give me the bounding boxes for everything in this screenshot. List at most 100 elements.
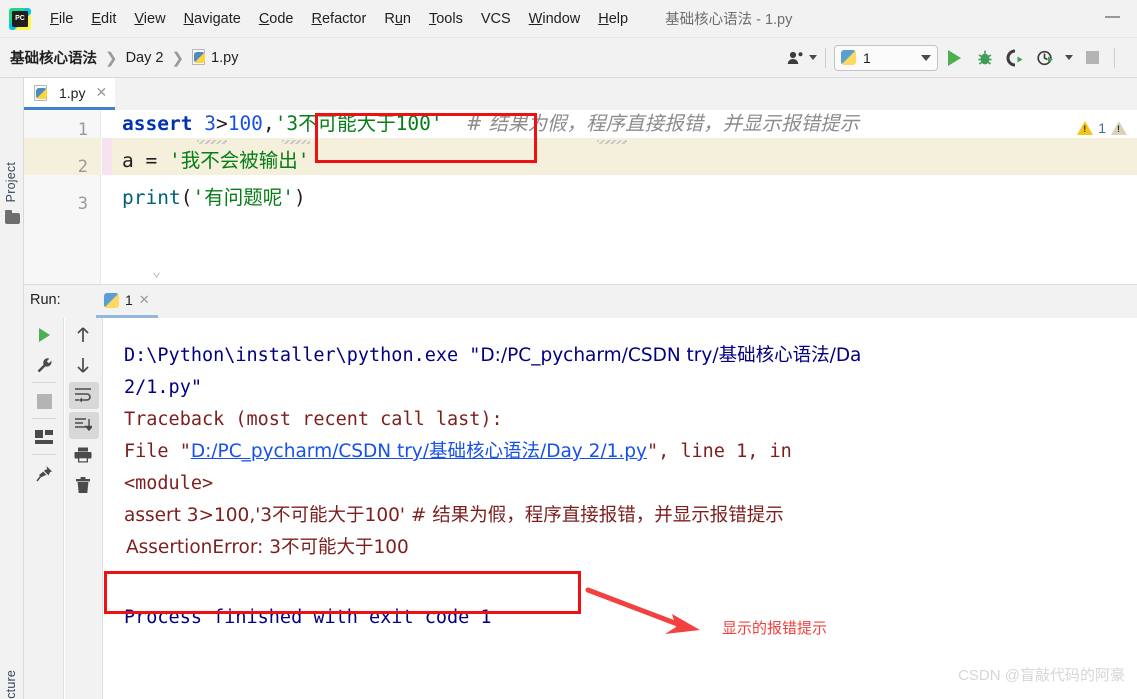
stop-icon [1085, 51, 1099, 64]
token-lparen: ( [180, 186, 193, 209]
debug-button[interactable] [970, 45, 1000, 71]
stop-button[interactable] [1078, 45, 1106, 71]
breadcrumb-folder[interactable]: Day 2 [126, 50, 164, 66]
main-toolbar: 1 [787, 44, 1137, 71]
menu-item-help[interactable]: Help [589, 9, 637, 29]
navigation-bar: 基础核心语法 ❯ Day 2 ❯ 1.py 1 [0, 38, 1137, 78]
console-file-suffix: ", line 1, in [646, 441, 792, 462]
clear-all-button[interactable] [64, 472, 102, 498]
annotation-label-error-hint: 显示的报错提示 [722, 620, 828, 637]
down-arrow-icon [77, 358, 89, 373]
console-line-command: D:\Python\installer\python.exe "D:/PC_py… [124, 346, 861, 366]
code-text-area[interactable]: assert 3>100,'3不可能大于100' # 结果为假，程序直接报错，并… [102, 110, 1137, 285]
code-line-3[interactable]: print('有问题呢') [122, 179, 306, 216]
token-100: 100 [227, 112, 263, 135]
menu-item-code[interactable]: Code [250, 9, 303, 29]
layout-settings-button[interactable] [24, 424, 64, 450]
profiler-icon [1036, 50, 1053, 65]
scroll-to-end-icon [75, 418, 92, 432]
editor-tab-label: 1.py [59, 84, 86, 101]
close-run-tab-icon[interactable]: ✕ [139, 292, 150, 308]
console-cmd-path: D:/PC_pycharm/CSDN try/基础核心语法/Da [480, 345, 862, 366]
code-editor[interactable]: 1 2 3 assert 3>100,'3不可能大于100' # 结果为假，程序… [24, 110, 1137, 285]
profile-dropdown-button[interactable] [1060, 45, 1078, 71]
token-assert-message: '3不可能大于100' [274, 112, 443, 135]
console-file-link[interactable]: D:/PC_pycharm/CSDN try/基础核心语法/Day 2/1.py [191, 441, 647, 462]
run-actions-separator-3 [32, 454, 56, 455]
stop-icon [36, 393, 52, 409]
menu-item-refactor[interactable]: Refactor [303, 9, 376, 29]
run-configuration-selector[interactable]: 1 [834, 44, 938, 71]
token-variable-a: a [122, 149, 134, 172]
console-cmd-exe: D:\Python\installer\python.exe " [124, 345, 481, 366]
line-number-2: 2 [77, 157, 88, 177]
code-line-2[interactable]: a = '我不会被输出' [122, 142, 309, 179]
token-equals: = [133, 149, 169, 172]
run-configuration-name: 1 [863, 49, 871, 66]
console-line-command-wrap: 2/1.py" [124, 377, 202, 398]
inspection-status-widget[interactable]: 1 [1077, 120, 1127, 136]
rerun-button[interactable] [24, 322, 64, 348]
prev-occurrence-button[interactable] [64, 322, 102, 348]
console-source-comment: # 结果为假，程序直接报错，并显示报错提示 [404, 505, 784, 526]
code-line-1[interactable]: assert 3>100,'3不可能大于100' # 结果为假，程序直接报错，并… [122, 110, 859, 142]
profile-button[interactable] [1030, 45, 1060, 71]
up-arrow-icon [77, 327, 89, 342]
pin-tab-button[interactable] [24, 460, 64, 486]
toolbar-separator-1 [825, 47, 826, 68]
share-project-button[interactable] [787, 45, 817, 71]
run-actions-column-left [24, 318, 64, 699]
edit-configuration-button[interactable] [24, 352, 64, 378]
soft-wrap-button[interactable] [64, 382, 102, 408]
breadcrumb-project[interactable]: 基础核心语法 [10, 47, 97, 68]
menu-item-window[interactable]: Window [520, 9, 590, 29]
stop-process-button[interactable] [24, 388, 64, 414]
pin-icon [35, 465, 52, 481]
menu-item-vcs[interactable]: VCS [472, 9, 520, 29]
print-button[interactable] [64, 442, 102, 468]
console-line-traceback-header: Traceback (most recent call last): [124, 409, 503, 430]
menu-bar: PC File Edit View Navigate Code Refactor… [0, 0, 1137, 38]
close-tab-icon[interactable]: ✕ [95, 84, 107, 101]
python-config-icon [841, 50, 856, 65]
token-print: print [122, 186, 181, 209]
pycharm-window: PC File Edit View Navigate Code Refactor… [0, 0, 1137, 699]
run-tab-label: 1 [125, 292, 133, 308]
window-title: 基础核心语法 - 1.py [665, 12, 793, 28]
run-button[interactable] [938, 45, 970, 71]
run-tab-1[interactable]: 1 ✕ [96, 285, 158, 318]
token-string-problem: '有问题呢' [192, 186, 294, 209]
editor-gutter[interactable]: 1 2 3 [24, 110, 101, 285]
run-header-label: Run: [30, 292, 61, 308]
python-file-icon [192, 49, 207, 65]
menu-item-edit[interactable]: Edit [82, 9, 125, 29]
minimize-button[interactable]: — [1105, 9, 1120, 26]
wrench-icon [37, 357, 51, 372]
folder-icon[interactable] [5, 210, 20, 224]
rerun-icon [38, 328, 50, 342]
tool-window-button-project[interactable]: Project [4, 162, 18, 202]
menu-item-run[interactable]: Run [375, 9, 420, 29]
menu-item-view[interactable]: View [125, 9, 174, 29]
left-tool-strip: Project Structure [0, 78, 24, 699]
user-icon [787, 51, 803, 64]
tool-window-button-structure[interactable]: Structure [4, 670, 18, 699]
code-fold-marker[interactable]: ⌄ [152, 262, 161, 280]
profile-caret-icon [1065, 55, 1073, 60]
menu-item-tools[interactable]: Tools [420, 9, 472, 29]
console-source-code: assert 3>100,'3不可能大于100' [124, 505, 405, 526]
scroll-to-end-button[interactable] [64, 412, 102, 438]
token-string-not-output: '我不会被输出' [168, 149, 310, 172]
breadcrumb-file[interactable]: 1.py [192, 49, 238, 66]
share-caret-icon [809, 55, 817, 60]
menu-item-navigate[interactable]: Navigate [175, 9, 250, 29]
run-tool-window: Run: 1 ✕ D:\Python\installer\python.exe … [24, 285, 1137, 699]
soft-wrap-icon [75, 388, 91, 403]
console-output[interactable]: D:\Python\installer\python.exe "D:/PC_py… [104, 318, 1137, 699]
next-occurrence-button[interactable] [64, 352, 102, 378]
coverage-icon [1006, 49, 1022, 66]
menu-item-file[interactable]: File [41, 9, 82, 29]
editor-tab-1py[interactable]: 1.py ✕ [24, 78, 116, 110]
run-with-coverage-button[interactable] [1000, 45, 1030, 71]
console-file-prefix: File " [124, 441, 191, 462]
